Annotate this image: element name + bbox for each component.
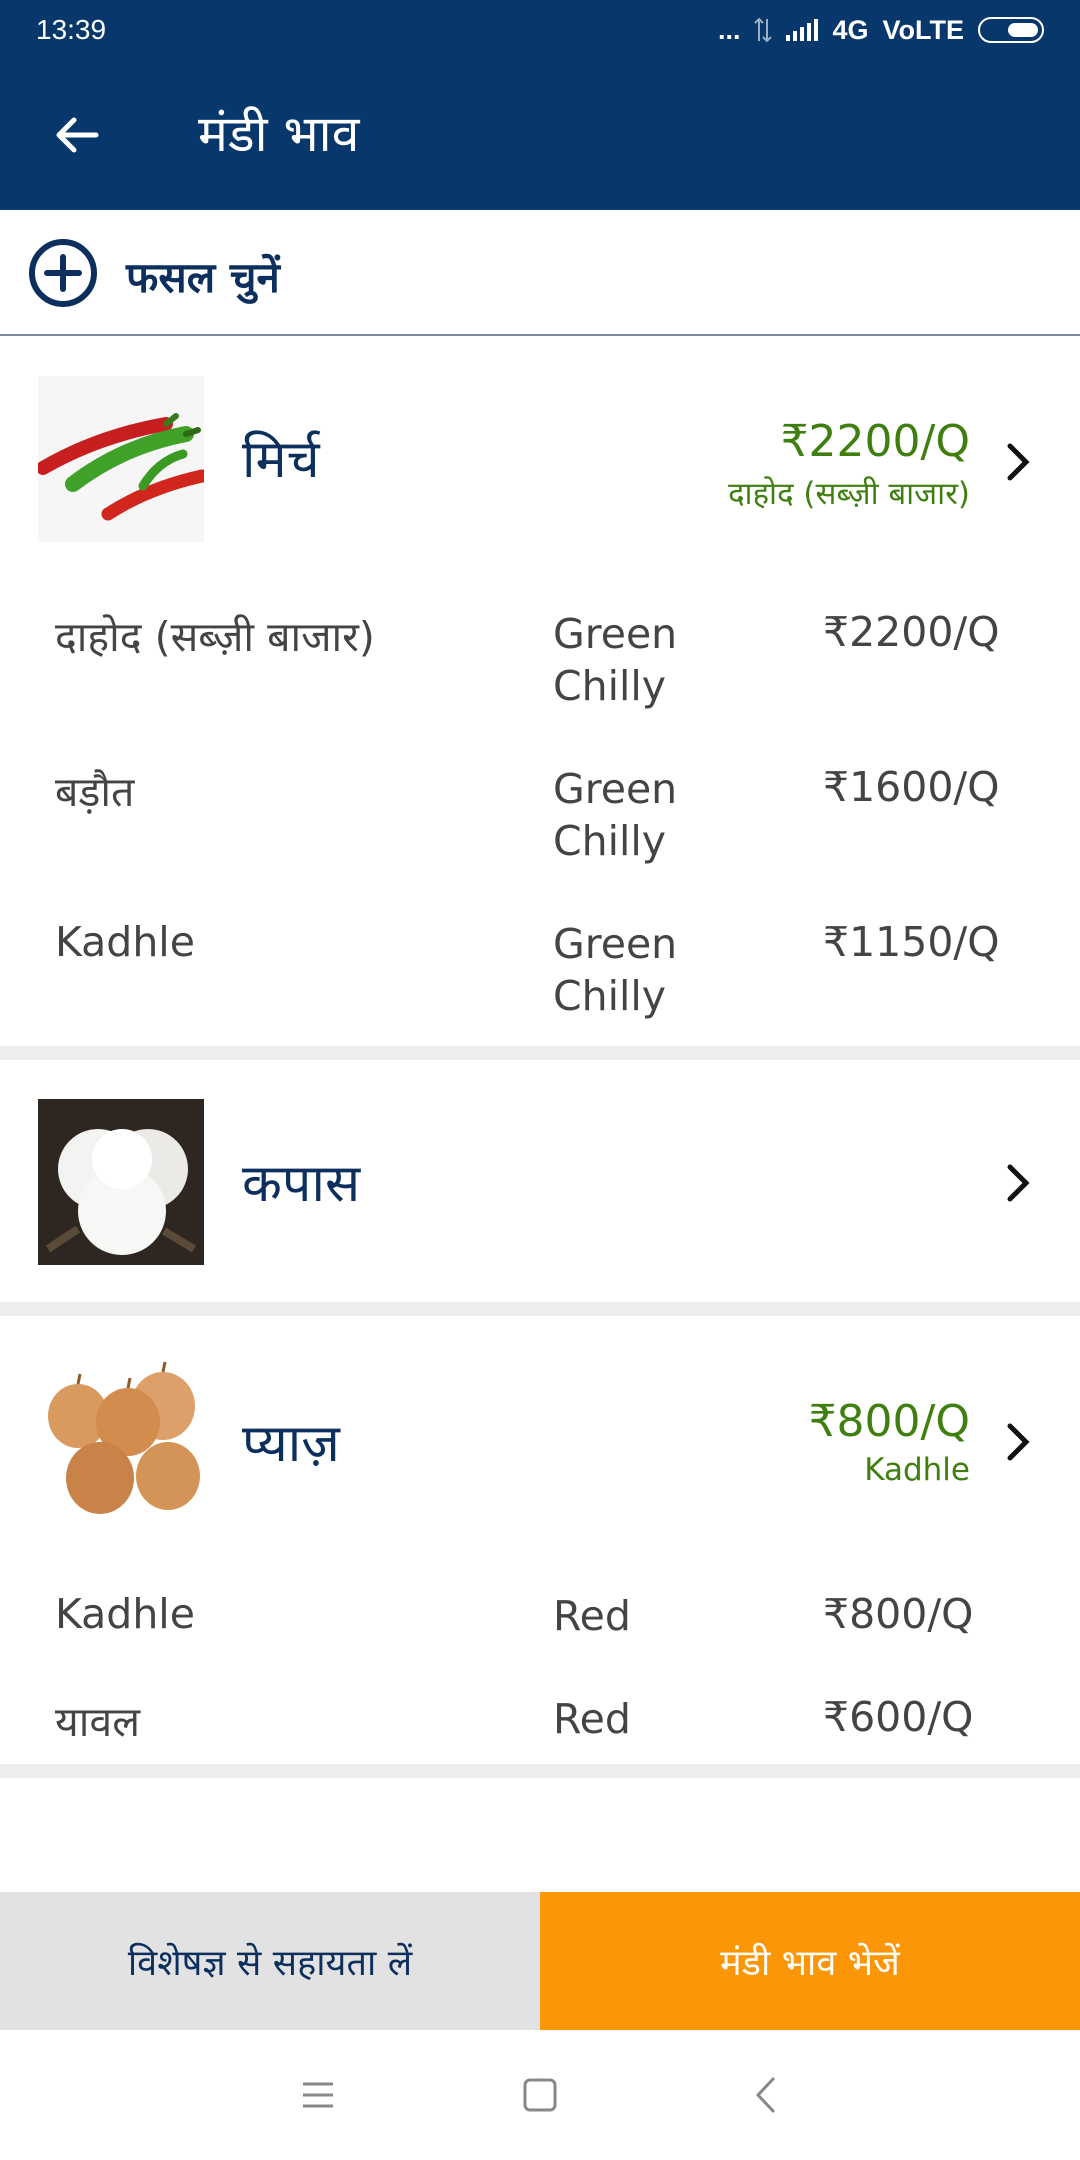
market-name: दाहोद (सब्ज़ी बाजार) <box>55 613 375 661</box>
market-name: Kadhle <box>55 918 195 966</box>
send-price-button[interactable]: मंडी भाव भेजें <box>540 1892 1080 2030</box>
network-type: 4G <box>832 14 869 45</box>
price: ₹2200/Q <box>823 608 1000 656</box>
market-name: यावल <box>55 1698 140 1746</box>
card-divider <box>0 1302 1080 1316</box>
select-crop-row[interactable]: फसल चुनें <box>0 210 1080 336</box>
select-crop-label[interactable]: फसल चुनें <box>126 248 280 305</box>
card-divider <box>0 1764 1080 1778</box>
status-bar: 13:39 ... 4G VoLTE <box>0 0 1080 60</box>
best-price: ₹800/Q <box>808 1396 970 1447</box>
card-divider <box>0 1046 1080 1060</box>
price: ₹1150/Q <box>823 918 1000 966</box>
crop-card-onion[interactable]: प्याज़ ₹800/Q Kadhle Kadhle Red ₹800/Q य… <box>0 1316 1080 1764</box>
variety: Green Chilly <box>553 920 678 1020</box>
crop-card-cotton[interactable]: कपास <box>0 1060 1080 1302</box>
notification-dots-icon: ... <box>717 14 741 45</box>
system-nav-bar <box>0 2030 1080 2160</box>
variety: Red <box>553 1592 631 1640</box>
home-icon[interactable] <box>515 2070 565 2120</box>
volte-label: VoLTE <box>882 14 965 45</box>
crop-name: कपास <box>242 1154 361 1214</box>
back-arrow-icon[interactable] <box>52 110 102 160</box>
chevron-right-icon[interactable] <box>1000 1420 1036 1464</box>
page-title: मंडी भाव <box>198 105 360 163</box>
best-price: ₹2200/Q <box>780 416 970 467</box>
crop-name: मिर्च <box>242 430 320 490</box>
best-market: दाहोद (सब्ज़ी बाजार) <box>728 476 970 512</box>
variety: Green Chilly <box>553 765 678 865</box>
chilli-image <box>38 376 204 542</box>
price: ₹1600/Q <box>823 763 1000 811</box>
market-name: Kadhle <box>55 1590 195 1638</box>
crop-card-chilli[interactable]: मिर्च ₹2200/Q दाहोद (सब्ज़ी बाजार) दाहोद… <box>0 338 1080 1046</box>
chevron-right-icon[interactable] <box>1000 440 1036 484</box>
price: ₹600/Q <box>823 1693 974 1741</box>
status-time: 13:39 <box>36 14 107 45</box>
app-bar: मंडी भाव <box>0 60 1080 210</box>
chevron-right-icon[interactable] <box>1000 1161 1036 1205</box>
signal-icon <box>786 19 819 41</box>
onion-image <box>38 1358 204 1524</box>
variety: Green Chilly <box>553 610 678 710</box>
crop-name: प्याज़ <box>242 1414 340 1474</box>
cotton-image <box>38 1099 204 1265</box>
best-market: Kadhle <box>864 1452 970 1488</box>
expert-help-button[interactable]: विशेषज्ञ से सहायता लें <box>0 1892 540 2030</box>
variety: Red <box>553 1695 631 1743</box>
market-name: बड़ौत <box>55 768 135 816</box>
menu-icon[interactable] <box>293 2070 343 2120</box>
plus-circle-icon[interactable] <box>28 238 98 308</box>
status-icons: ... 4G VoLTE <box>718 15 1044 46</box>
data-transfer-icon <box>754 17 773 43</box>
battery-icon <box>978 17 1044 43</box>
back-nav-icon[interactable] <box>742 2070 792 2120</box>
app-root: 13:39 ... 4G VoLTE मंडी भाव फसल चुनें मि… <box>0 0 1080 2160</box>
price: ₹800/Q <box>823 1590 974 1638</box>
